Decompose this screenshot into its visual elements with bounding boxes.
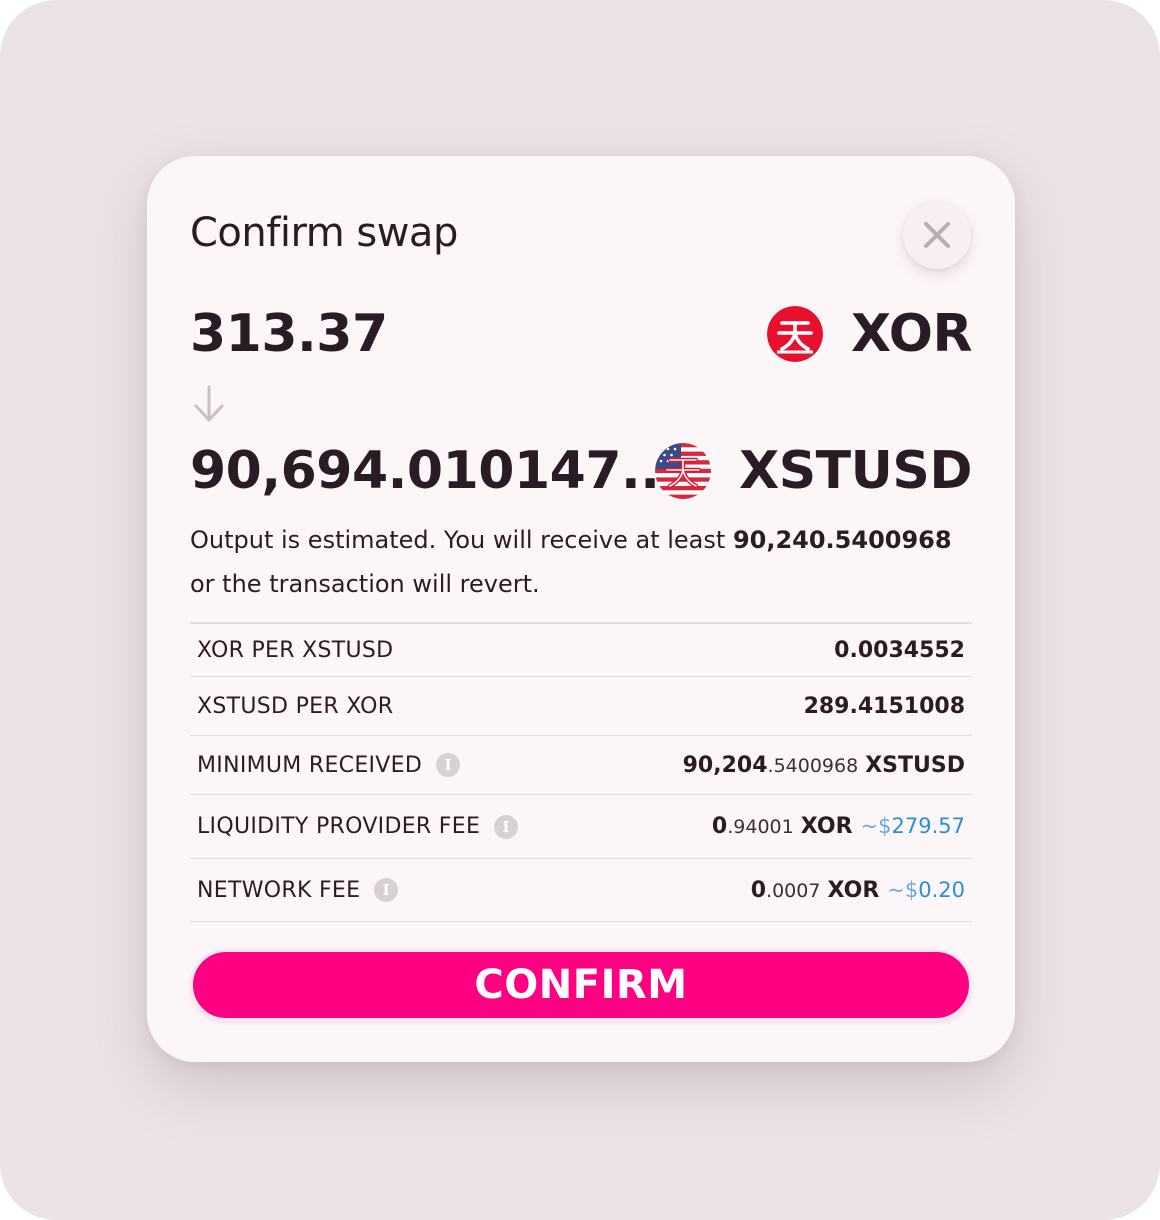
from-token: XOR (767, 303, 972, 365)
xor-token-icon (767, 306, 824, 362)
minimum-received-int: 90,204 (682, 752, 768, 778)
detail-row-xor-per-xstusd: XOR PER XSTUSD 0.0034552 (190, 624, 972, 677)
liquidity-fee-usd-value: 279.57 (891, 814, 965, 838)
network-fee-int: 0 (750, 877, 767, 903)
network-fee-symbol: XOR (827, 877, 880, 903)
info-icon[interactable]: i (494, 814, 519, 839)
detail-value: 0.0034552 (834, 638, 965, 663)
estimate-note-prefix: Output is estimated. You will receive at… (190, 526, 726, 554)
detail-label: LIQUIDITY PROVIDER FEE i (197, 814, 519, 839)
detail-value: 90,204 .5400968 XSTUSD (683, 753, 965, 778)
liquidity-fee-label: LIQUIDITY PROVIDER FEE (197, 814, 481, 839)
xor-per-xstusd-value: 0.0034552 (834, 637, 965, 663)
xstusd-per-xor-value: 289.4151008 (803, 693, 965, 719)
detail-label: XOR PER XSTUSD (197, 637, 394, 663)
detail-row-minimum-received: MINIMUM RECEIVED i 90,204 .5400968 XSTUS… (190, 736, 972, 795)
detail-label: XSTUSD PER XOR (197, 693, 394, 719)
estimate-note-min-amount: 90,240.5400968 (732, 526, 952, 554)
xstusd-token-icon (655, 443, 712, 499)
liquidity-fee-symbol: XOR (800, 814, 853, 839)
detail-row-network-fee: NETWORK FEE i 0 .0007 XOR ~$ 0.20 (190, 859, 972, 922)
close-icon (924, 222, 950, 248)
detail-label: MINIMUM RECEIVED i (197, 752, 461, 778)
detail-value: 0 .94001 XOR ~$ 279.57 (712, 814, 965, 839)
detail-row-xstusd-per-xor: XSTUSD PER XOR 289.4151008 (190, 677, 972, 736)
confirm-button[interactable]: CONFIRM (190, 949, 972, 1021)
network-fee-label: NETWORK FEE (197, 877, 361, 903)
window-frame: Confirm swap 313.37 XOR 90,694.010147...… (0, 0, 1160, 1220)
swap-details: XOR PER XSTUSD 0.0034552 XSTUSD PER XOR … (190, 622, 972, 922)
to-token-symbol: XSTUSD (739, 441, 972, 501)
confirm-swap-dialog: Confirm swap 313.37 XOR 90,694.010147...… (147, 156, 1015, 1062)
network-fee-usd-value: 0.20 (918, 877, 965, 902)
liquidity-fee-frac: .94001 (727, 816, 794, 838)
minimum-received-frac: .5400968 (767, 754, 859, 777)
from-token-symbol: XOR (851, 304, 972, 364)
to-token: XSTUSD (655, 440, 972, 502)
to-amount: 90,694.010147... (190, 441, 679, 501)
detail-value: 0 .0007 XOR ~$ 0.20 (751, 878, 965, 903)
from-amount: 313.37 (190, 304, 388, 364)
network-fee-frac: .0007 (766, 879, 821, 902)
detail-value: 289.4151008 (804, 694, 965, 719)
arrow-down-icon (194, 385, 224, 422)
dialog-title: Confirm swap (190, 210, 458, 256)
estimate-note: Output is estimated. You will receive at… (190, 518, 980, 606)
minimum-received-symbol: XSTUSD (865, 752, 965, 778)
minimum-received-label: MINIMUM RECEIVED (197, 752, 423, 778)
info-icon[interactable]: i (374, 878, 399, 902)
info-icon[interactable]: i (436, 753, 461, 777)
network-fee-usd-prefix: ~$ (887, 877, 919, 902)
detail-row-liquidity-fee: LIQUIDITY PROVIDER FEE i 0 .94001 XOR ~$… (190, 795, 972, 859)
liquidity-fee-int: 0 (711, 814, 728, 839)
liquidity-fee-usd-prefix: ~$ (860, 814, 892, 838)
detail-label: NETWORK FEE i (197, 877, 399, 903)
estimate-note-suffix: or the transaction will revert. (190, 570, 540, 598)
close-button[interactable] (903, 201, 971, 269)
